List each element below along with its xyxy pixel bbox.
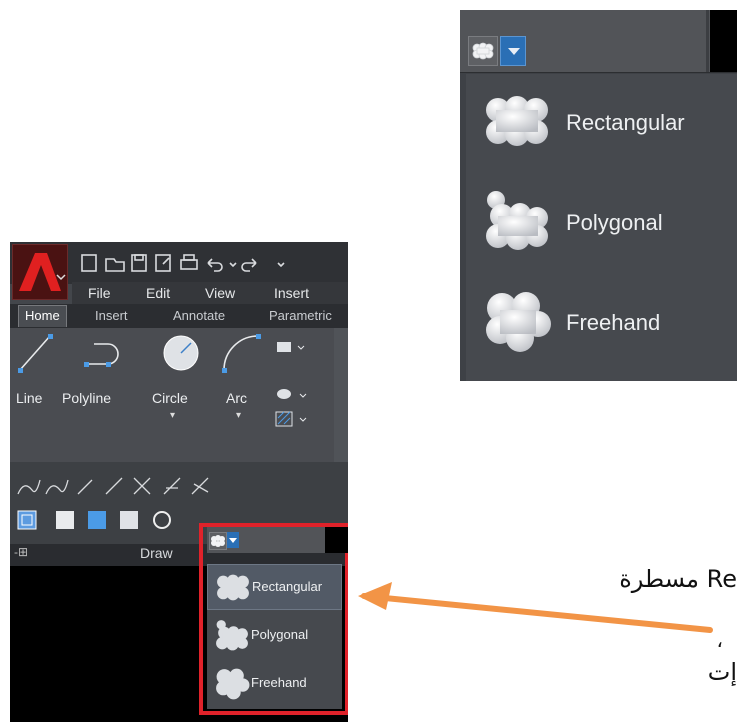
freehand-cloud-icon: [216, 668, 250, 700]
menu-item-label: Freehand: [566, 310, 661, 335]
chevron-down-icon[interactable]: ▾: [236, 410, 241, 421]
autocad-a-icon: [13, 245, 67, 299]
tool-polyline-label[interactable]: Polyline: [62, 390, 111, 406]
revcloud-button[interactable]: [209, 532, 227, 550]
polygonal-cloud-icon: [486, 191, 548, 250]
revcloud-dropdown-button[interactable]: [227, 532, 239, 548]
menu-item-polygonal[interactable]: Polygonal: [207, 613, 342, 659]
tool-line-label[interactable]: Line: [16, 390, 42, 406]
tab-insert[interactable]: Insert: [95, 308, 128, 323]
inset-toolbar: [460, 10, 737, 73]
revcloud-dropdown-button[interactable]: [500, 36, 526, 66]
revcloud-dropdown-zoomed: Rectangular Polygonal Freehand: [460, 10, 737, 381]
draw-panel: Line Polyline Circle Arc ▾ ▾: [10, 328, 334, 462]
revcloud-button[interactable]: [468, 36, 498, 66]
revcloud-icon: [472, 42, 494, 60]
menu-item-label: Freehand: [251, 675, 307, 690]
tab-home[interactable]: Home: [18, 305, 67, 327]
menu-item-label: Polygonal: [251, 627, 309, 642]
menu-bar: File Edit View Insert: [72, 282, 348, 304]
revcloud-menu: Rectangular Polygonal Freehand: [207, 564, 342, 709]
arabic-caption-line1: Re مسطرة: [619, 565, 737, 593]
revcloud-dropdown: [207, 527, 348, 557]
tab-annotate[interactable]: Annotate: [173, 308, 225, 323]
dark-edge: [325, 527, 348, 553]
panel-label: Draw: [140, 545, 173, 561]
tool-circle-label[interactable]: Circle: [152, 390, 188, 406]
autocad-logo[interactable]: [12, 244, 68, 300]
menu-item-label: Polygonal: [566, 210, 663, 235]
menu-item-label: Rectangular: [252, 579, 323, 594]
highlight-box: Rectangular Polygonal Freehand: [199, 523, 348, 715]
menu-item-rectangular[interactable]: Rectangular: [466, 74, 737, 174]
menu-item-freehand[interactable]: Freehand: [207, 661, 342, 707]
quick-access-icons[interactable]: [80, 252, 342, 274]
construction-tool-icons[interactable]: [16, 474, 256, 498]
menu-edit[interactable]: Edit: [146, 285, 170, 301]
tool-arc-label[interactable]: Arc: [226, 390, 247, 406]
pin-icon[interactable]: -⊞: [14, 545, 28, 559]
rectangular-cloud-icon: [217, 574, 249, 601]
polygonal-cloud-icon: [216, 620, 248, 651]
freehand-cloud-icon: [486, 292, 551, 352]
revcloud-icon: [211, 535, 225, 547]
menu-item-rectangular[interactable]: Rectangular: [207, 564, 342, 610]
menu-item-polygonal[interactable]: Polygonal: [466, 174, 737, 274]
autocad-ribbon: File Edit View Insert Home Insert Annota…: [10, 242, 348, 722]
ribbon-tabs: Home Insert Annotate Parametric: [10, 304, 348, 329]
chevron-down-icon: [229, 538, 237, 543]
draw-tool-icons: [18, 334, 305, 373]
menu-file[interactable]: File: [88, 285, 111, 301]
draw-extra-icons[interactable]: [16, 508, 196, 534]
separator: [706, 10, 709, 72]
menu-view[interactable]: View: [205, 285, 235, 301]
tab-parametric[interactable]: Parametric: [269, 308, 332, 323]
chevron-down-icon[interactable]: ▾: [170, 410, 175, 421]
arabic-fragment: ،: [716, 630, 723, 652]
menu-item-freehand[interactable]: Freehand: [466, 274, 737, 374]
chevron-down-icon: [508, 48, 520, 55]
arabic-caption-line2: إت: [707, 658, 737, 686]
menu-insert[interactable]: Insert: [274, 285, 309, 301]
dark-edge: [710, 10, 737, 72]
rectangular-cloud-icon: [486, 96, 548, 146]
revcloud-menu: Rectangular Polygonal Freehand: [466, 74, 737, 381]
menu-item-label: Rectangular: [566, 110, 685, 135]
hatch-icon[interactable]: [272, 384, 312, 436]
